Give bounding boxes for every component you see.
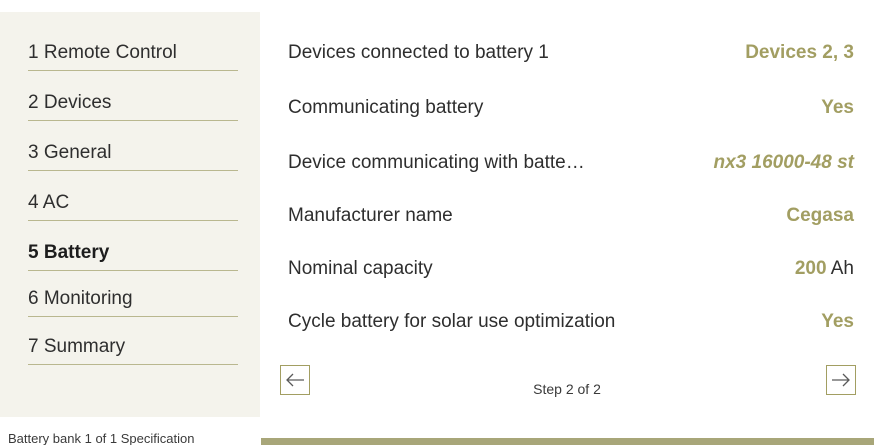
row-communicating-battery: Communicating battery Yes — [288, 97, 854, 119]
row-cycle-battery: Cycle battery for solar use optimization… — [288, 311, 854, 333]
sidebar-item-ac[interactable]: 4 AC — [28, 192, 238, 221]
step-indicator: Step 2 of 2 — [533, 381, 601, 397]
row-unit: Ah — [830, 258, 854, 279]
row-value: Cegasa — [786, 205, 854, 226]
row-value: Devices 2, 3 — [745, 42, 854, 63]
row-label: Devices connected to battery 1 — [288, 42, 549, 63]
sidebar-item-general[interactable]: 3 General — [28, 142, 238, 171]
battery-settings-panel: Devices connected to battery 1 Devices 2… — [260, 12, 874, 417]
row-value: Yes — [821, 97, 854, 118]
row-label: Device communicating with batte… — [288, 152, 585, 173]
row-nominal-capacity: Nominal capacity 200 Ah — [288, 258, 854, 280]
footer-bar — [261, 438, 874, 445]
sidebar-item-battery[interactable]: 5 Battery — [28, 242, 238, 271]
next-step-button[interactable] — [826, 365, 856, 395]
wizard-sidebar: 1 Remote Control 2 Devices 3 General 4 A… — [0, 12, 260, 417]
row-label: Manufacturer name — [288, 205, 453, 226]
arrow-right-icon — [832, 373, 850, 387]
row-label: Communicating battery — [288, 97, 484, 118]
sidebar-item-remote-control[interactable]: 1 Remote Control — [28, 42, 238, 71]
sidebar-item-summary[interactable]: 7 Summary — [28, 336, 238, 365]
sidebar-item-monitoring[interactable]: 6 Monitoring — [28, 288, 238, 317]
footer-caption: Battery bank 1 of 1 Specification — [8, 431, 195, 445]
row-label: Nominal capacity — [288, 258, 433, 279]
row-label: Cycle battery for solar use optimization — [288, 311, 616, 332]
row-manufacturer-name: Manufacturer name Cegasa — [288, 205, 854, 227]
row-value-group: 200 Ah — [795, 258, 854, 280]
row-value: 200 — [794, 258, 827, 279]
sidebar-item-devices[interactable]: 2 Devices — [28, 92, 238, 121]
row-value: nx3 16000-48 st — [713, 152, 855, 173]
row-devices-connected: Devices connected to battery 1 Devices 2… — [288, 42, 854, 64]
row-device-communicating: Device communicating with batte… nx3 160… — [288, 152, 854, 174]
row-value: Yes — [821, 311, 854, 332]
